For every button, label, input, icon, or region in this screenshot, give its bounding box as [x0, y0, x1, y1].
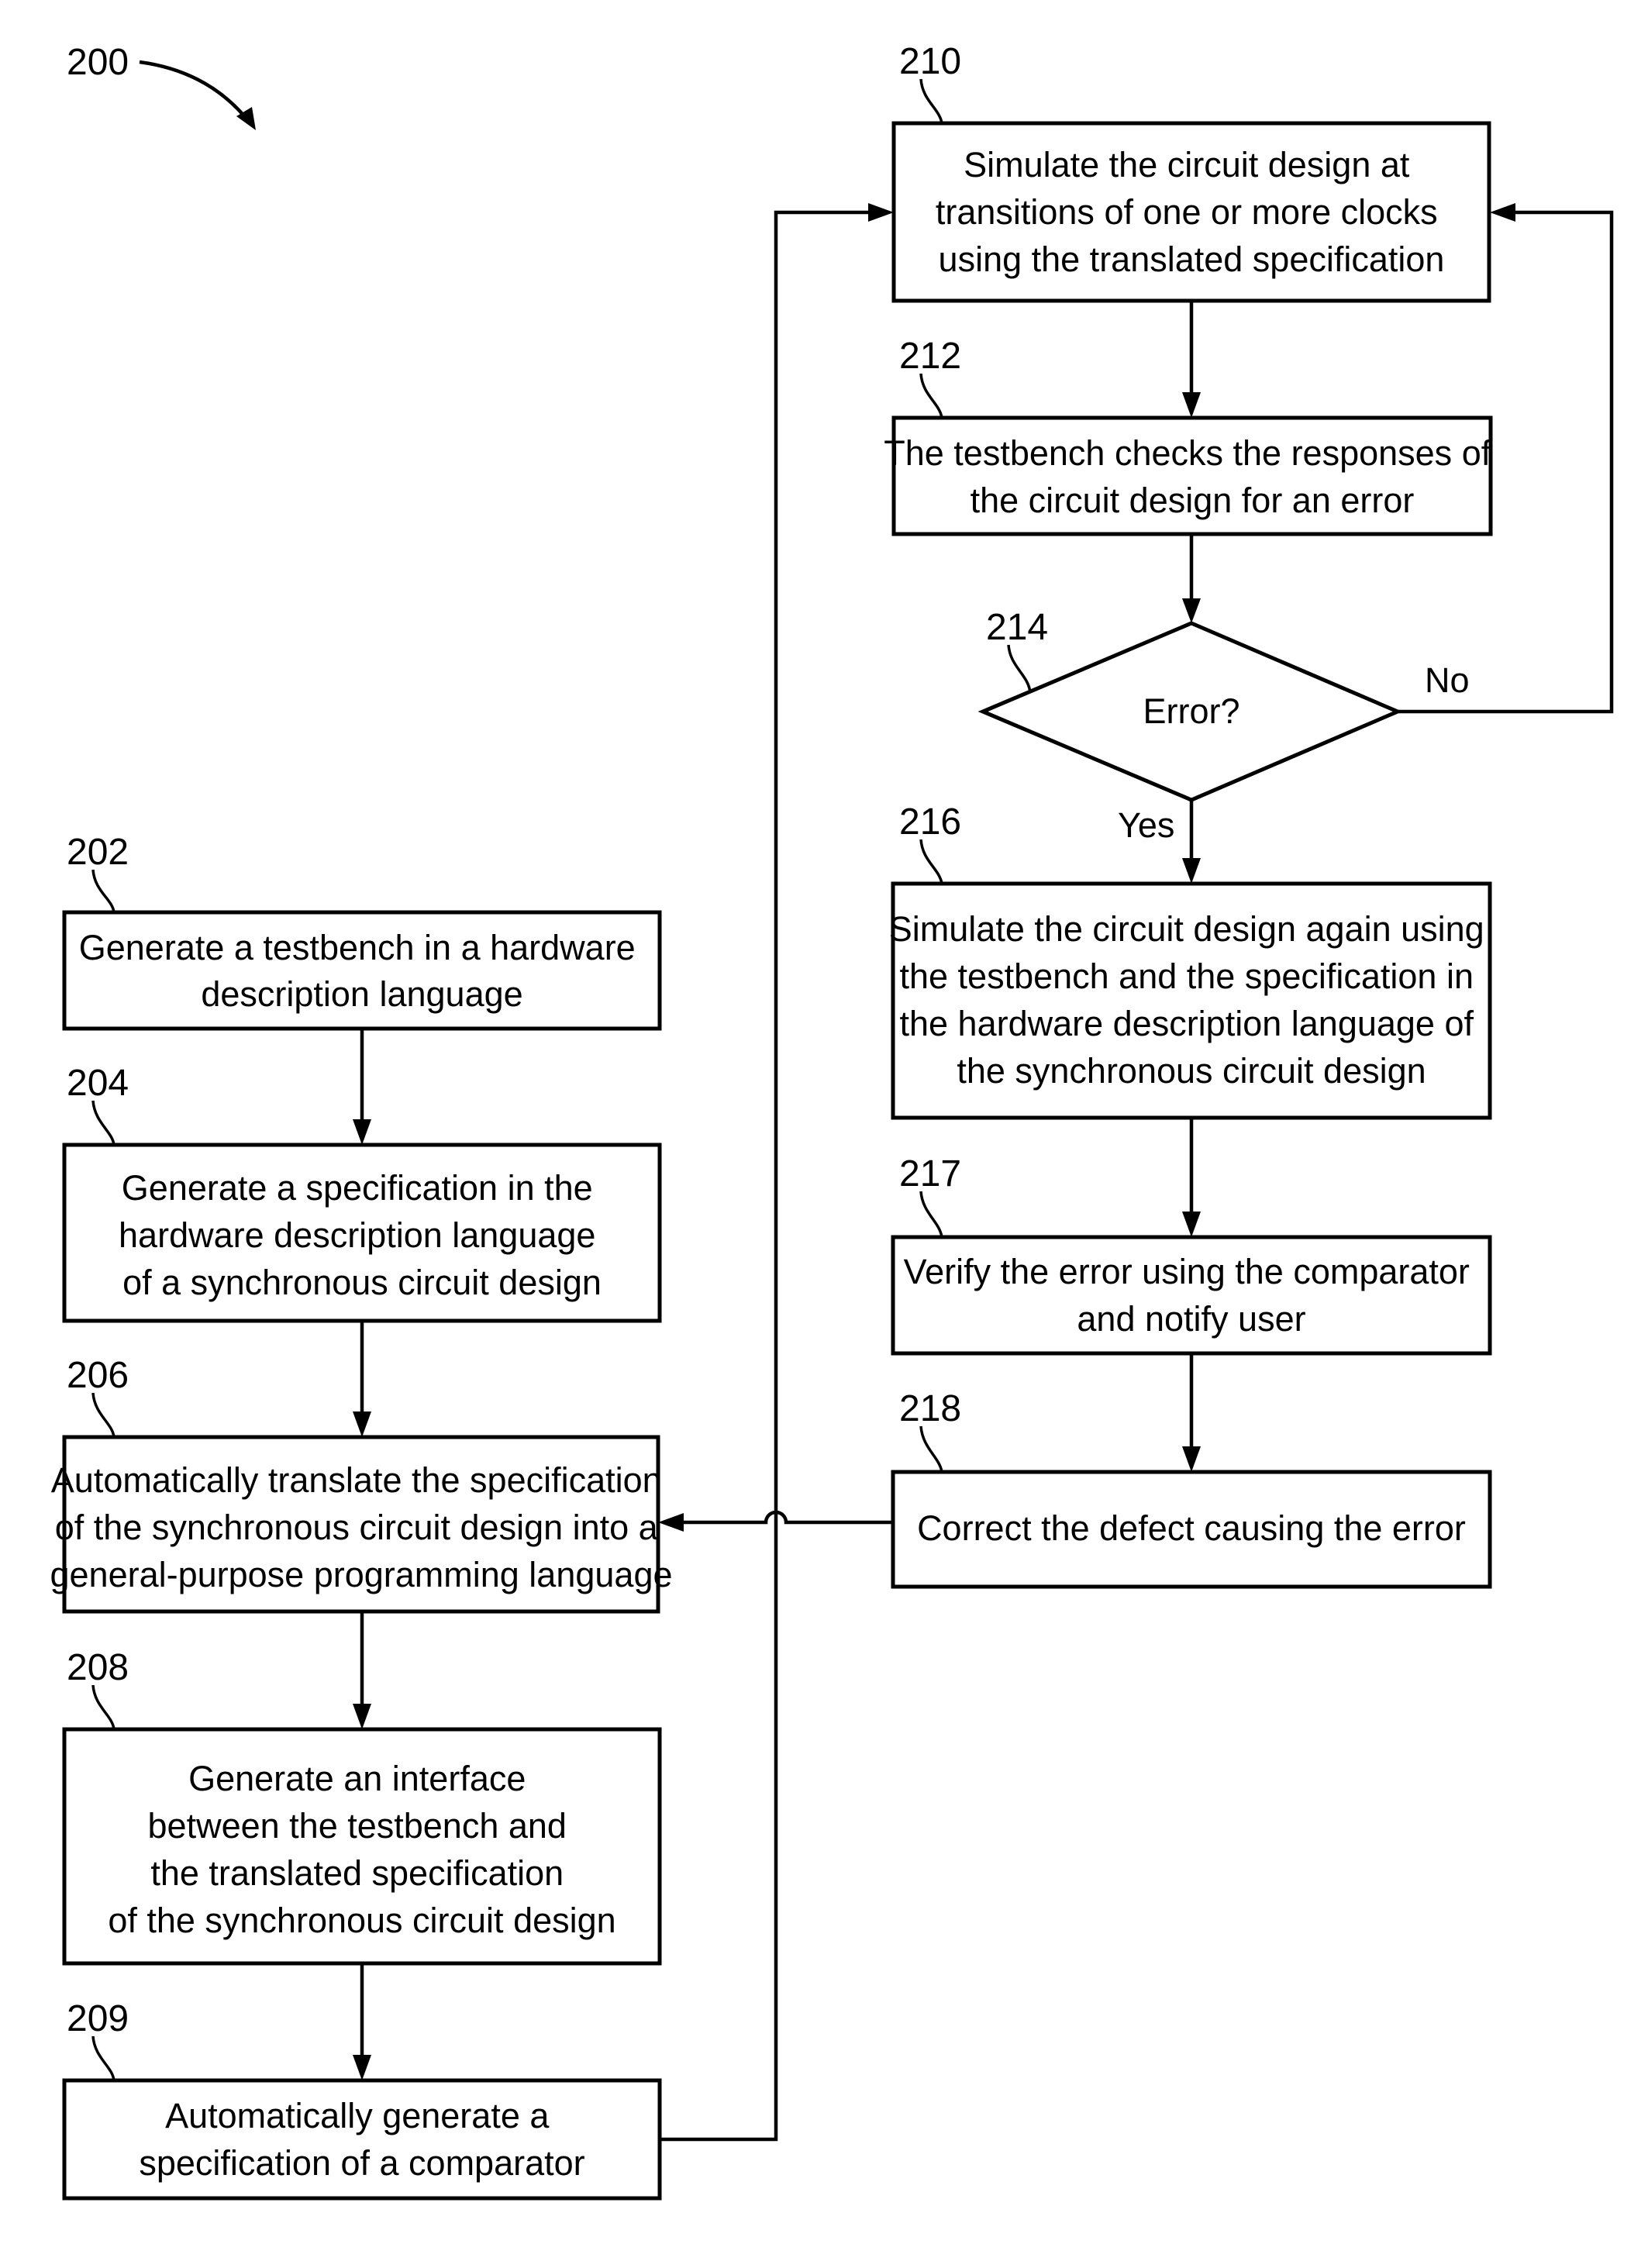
- step-204-leader: [91, 1100, 115, 1146]
- arrowhead-210-212: [1182, 392, 1201, 418]
- step-212-leader: [919, 373, 943, 419]
- step-202-leader: [91, 869, 115, 913]
- step-206-ref: 206: [67, 1355, 129, 1396]
- step-218-ref: 218: [899, 1388, 961, 1429]
- figure-ref-arrow: [139, 60, 251, 124]
- yes-label: Yes: [1118, 805, 1174, 845]
- step-206-leader: [91, 1392, 115, 1438]
- step-218-text: Correct the defect causing the error: [917, 1508, 1466, 1548]
- step-210-ref: 210: [899, 41, 961, 82]
- step-210-text: Simulate the circuit design at transitio…: [936, 145, 1447, 279]
- arrowhead-204-206: [353, 1411, 371, 1437]
- arrowhead-209-210: [868, 203, 894, 222]
- step-216-leader: [919, 839, 943, 884]
- step-209-leader: [91, 2035, 115, 2081]
- no-label: No: [1425, 660, 1470, 700]
- step-209-ref: 209: [67, 1998, 129, 2039]
- arrowhead-217-218: [1182, 1446, 1201, 1472]
- step-202-ref: 202: [67, 832, 129, 873]
- arrowhead-214-no-210: [1490, 203, 1515, 222]
- step-208-leader: [91, 1684, 115, 1730]
- step-216-ref: 216: [899, 801, 961, 843]
- arrowhead-214-yes-216: [1182, 858, 1201, 884]
- arrowhead-202-204: [353, 1119, 371, 1145]
- step-208-ref: 208: [67, 1647, 129, 1688]
- step-206-text: Automatically translate the specificatio…: [50, 1460, 672, 1594]
- step-204-text: Generate a specification in the hardware…: [119, 1168, 605, 1302]
- step-217-leader: [919, 1191, 943, 1238]
- arrow-209-210: [660, 210, 884, 2142]
- step-214-ref: 214: [986, 607, 1048, 648]
- arrow-218-206: [668, 1510, 893, 1525]
- step-212-ref: 212: [899, 336, 961, 377]
- arrowhead-206-208: [353, 1704, 371, 1729]
- step-210-leader: [919, 78, 943, 124]
- step-217-ref: 217: [899, 1153, 961, 1194]
- step-204-ref: 204: [67, 1063, 129, 1104]
- arrowhead-208-209: [353, 2055, 371, 2080]
- flowchart: 200 202 Generate a testbench in a hardwa…: [50, 41, 1614, 2201]
- step-214-leader: [1007, 644, 1032, 693]
- step-214-text: Error?: [1143, 691, 1239, 731]
- figure-ref-label: 200: [67, 42, 129, 83]
- step-218-leader: [919, 1425, 943, 1473]
- arrowhead-212-214: [1182, 598, 1201, 623]
- arrowhead-216-217: [1182, 1212, 1201, 1237]
